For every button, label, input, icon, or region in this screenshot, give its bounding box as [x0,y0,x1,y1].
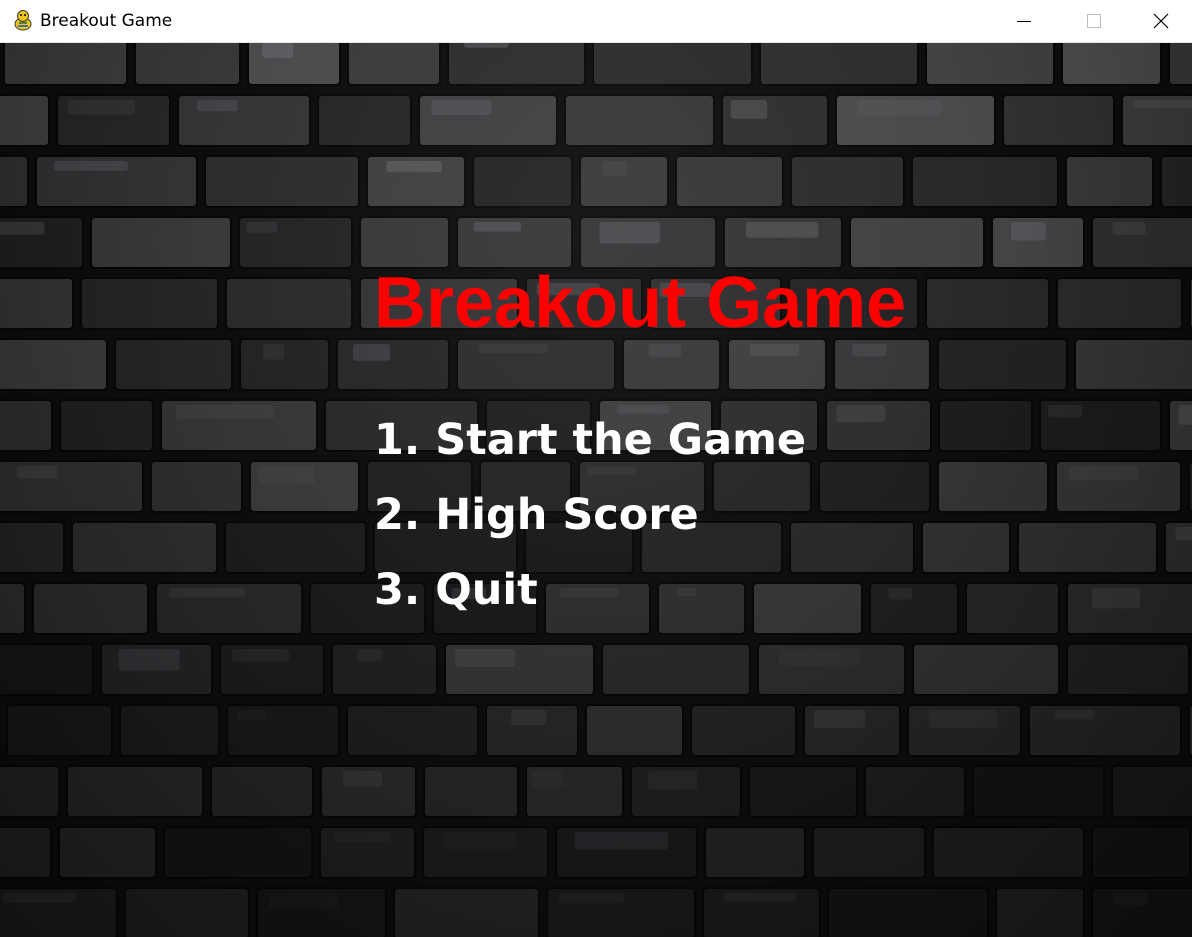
game-canvas[interactable]: Breakout Game 1. Start the Game 2. High … [0,43,1192,937]
title-bar[interactable]: Breakout Game [0,0,1192,43]
maximize-icon [1087,14,1101,28]
close-button[interactable] [1129,0,1192,42]
menu-item-high-score[interactable]: 2. High Score [374,487,699,543]
minimize-icon [1017,21,1031,22]
pygame-icon [12,9,34,31]
maximize-button[interactable] [1059,0,1129,42]
close-icon [1153,13,1168,29]
menu-item-start-game[interactable]: 1. Start the Game [374,412,806,468]
menu-item-quit[interactable]: 3. Quit [374,562,538,618]
game-window: Breakout Game Breakout Game 1. Start the… [0,0,1192,937]
minimize-button[interactable] [989,0,1059,42]
game-title: Breakout Game [374,263,907,343]
window-title: Breakout Game [40,11,173,31]
